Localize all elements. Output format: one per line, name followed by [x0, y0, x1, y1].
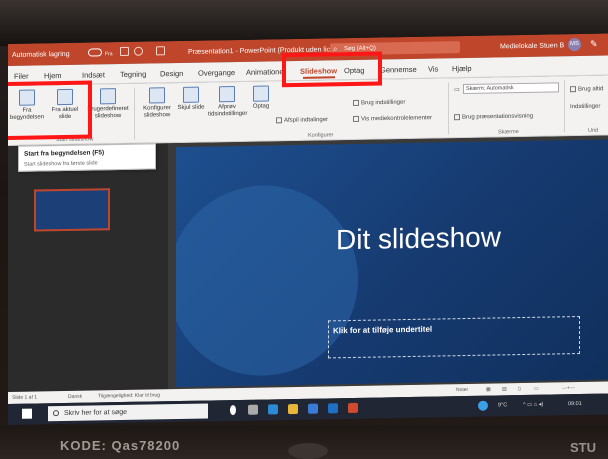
slide-count: Slide 1 af 1 [12, 394, 38, 401]
tooltip-description: Start slideshow fra første slide [24, 160, 98, 168]
autosave-state: Fra [105, 51, 113, 58]
hp-logo [288, 443, 328, 459]
save-icon[interactable] [120, 46, 129, 57]
subtitle-placeholder-box[interactable]: Klik for at tilføje undertitel [328, 316, 580, 359]
avatar[interactable]: MS [568, 37, 581, 52]
file-explorer-icon[interactable] [288, 403, 298, 415]
presenter-view-checkbox[interactable]: Brug præsentationsvisning [454, 113, 533, 121]
play-narrations-checkbox[interactable]: Afspil indtalinger [276, 116, 329, 124]
checkbox-icon [353, 99, 359, 106]
tray-icons[interactable]: ^ ▭ ⌂ ◂) [523, 402, 543, 408]
mail-icon[interactable] [328, 403, 338, 414]
hide-slide-button[interactable]: Skjul slide [176, 86, 206, 113]
record-label: Optag [252, 103, 270, 110]
record-button[interactable]: Optag [248, 85, 274, 110]
notes-button[interactable]: Noter [456, 387, 468, 393]
setup-label: Konfigurer slideshow [143, 105, 171, 119]
record-icon [253, 85, 269, 102]
checkbox-icon [276, 117, 282, 124]
sticker-text: KODE: Qas78200 [60, 438, 181, 453]
custom-show-icon [100, 88, 116, 105]
zoom-slider[interactable]: —+— [562, 385, 575, 391]
captions-settings-button[interactable]: Indstillinger [570, 104, 600, 111]
monitor-icon: ▭ [454, 87, 460, 94]
media-controls-label: Vis mediekontrolelementer [361, 115, 432, 123]
use-timings-label: Brug indstillinger [361, 99, 406, 107]
hide-slide-label: Skjul slide [177, 104, 205, 112]
captions-settings-label: Indstillinger [570, 103, 601, 111]
taskbar-search[interactable]: Skriv her for at søge [48, 403, 208, 422]
custom-show-label: Brugerdefineret slideshow [87, 105, 129, 120]
tab-vis[interactable]: Vis [428, 64, 438, 73]
tooltip-title: Start fra begyndelsen (F5) [24, 149, 105, 158]
task-view-icon[interactable] [248, 404, 258, 415]
pen-icon[interactable]: ✎ [590, 39, 598, 50]
timer-icon [219, 86, 235, 103]
language[interactable]: Dansk [68, 394, 82, 400]
setup-show-button[interactable]: Konfigurer slideshow [140, 87, 174, 120]
autosave-label: Automatisk lagring [12, 50, 70, 59]
user-name: Medielokale Stuen B [500, 42, 565, 51]
windows-start-icon[interactable] [22, 408, 32, 419]
cortana-icon[interactable] [230, 405, 236, 416]
hide-slide-icon [183, 86, 199, 103]
accessibility-status[interactable]: Tilgængelighed: Klar til brug [98, 392, 160, 399]
tab-hjem[interactable]: Hjem [44, 71, 62, 80]
tooltip: Start fra begyndelsen (F5) Start slidesh… [18, 143, 156, 172]
slide-thumbnail-pane [8, 143, 168, 392]
use-timings-checkbox[interactable]: Brug indstillinger [353, 99, 405, 106]
sorter-view-icon[interactable]: ▤ [502, 386, 507, 392]
edge-icon[interactable] [268, 404, 278, 415]
always-use-label: Brug altid [578, 86, 604, 93]
group-monitors-label: Skærme [498, 129, 519, 136]
checkbox-icon [353, 115, 359, 122]
tab-hjaelp[interactable]: Hjælp [452, 64, 472, 73]
tab-tegning[interactable]: Tegning [120, 70, 146, 79]
tab-indsaet[interactable]: Indsæt [82, 70, 105, 79]
powerpoint-icon[interactable] [348, 402, 358, 414]
tab-animationer[interactable]: Animationer [246, 67, 286, 77]
annotation-box-slideshow-tab [282, 51, 382, 88]
present-icon[interactable] [156, 46, 165, 56]
rehearse-button[interactable]: Afprøv tidsindstillinger [208, 86, 248, 119]
ribbon-separator [448, 82, 449, 135]
checkbox-icon [454, 114, 460, 121]
brand-text: STU [570, 440, 596, 455]
tab-gennemse[interactable]: Gennemse [380, 65, 417, 75]
tab-filer[interactable]: Filer [14, 72, 29, 81]
normal-view-icon[interactable]: ▦ [486, 387, 491, 393]
slide-thumbnail[interactable] [34, 188, 110, 232]
store-icon[interactable] [308, 403, 318, 414]
presenter-view-label: Brug præsentationsvisning [462, 113, 534, 121]
media-controls-checkbox[interactable]: Vis mediekontrolelementer [353, 115, 432, 123]
network-icon[interactable] [478, 400, 488, 411]
laptop-screen: Automatisk lagring Fra Præsentation1 - P… [8, 33, 608, 425]
search-icon [53, 410, 59, 417]
ribbon-separator [564, 80, 565, 133]
weather[interactable]: 9°C [498, 402, 507, 408]
play-narrations-label: Afspil indtalinger [284, 116, 329, 124]
subtitle-placeholder: Klik for at tilføje undertitel [333, 324, 433, 336]
slideshow-view-icon[interactable]: ▭ [534, 386, 539, 392]
always-use-checkbox[interactable]: Brug altid [570, 86, 603, 93]
reading-view-icon[interactable]: ▯ [518, 386, 521, 392]
setup-icon [149, 87, 165, 104]
taskbar-search-placeholder: Skriv her for at søge [64, 408, 128, 418]
tab-design[interactable]: Design [160, 69, 183, 78]
annotation-box-start [8, 80, 92, 140]
undo-icon[interactable] [134, 46, 143, 56]
autosave-toggle[interactable] [88, 48, 102, 57]
slide-title[interactable]: Dit slideshow [336, 221, 501, 256]
clock[interactable]: 09:01 [568, 401, 582, 407]
group-setup-label: Konfigurer [308, 132, 334, 139]
ribbon-separator [134, 87, 135, 140]
monitor-select[interactable]: Skærm: Automatisk [463, 82, 559, 95]
checkbox-icon [570, 86, 576, 93]
group-captions-label: Und [588, 127, 599, 134]
rehearse-label: Afprøv tidsindstillinger [208, 104, 248, 118]
slide[interactable]: Dit slideshow Klik for at tilføje undert… [176, 139, 608, 388]
custom-show-button[interactable]: Brugerdefineret slideshow [86, 88, 130, 121]
tab-overgange[interactable]: Overgange [198, 68, 235, 78]
